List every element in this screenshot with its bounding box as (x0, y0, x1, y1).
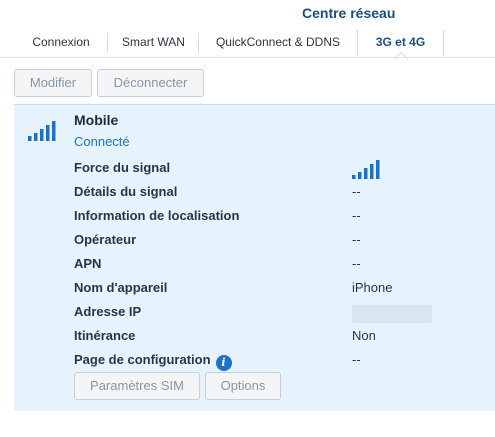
modify-button[interactable]: Modifier (14, 69, 92, 97)
ip-address-redacted (352, 305, 432, 323)
tab-connexion[interactable]: Connexion (14, 30, 108, 57)
detail-label: Nom d'appareil (74, 280, 168, 295)
detail-label: Détails du signal (74, 184, 178, 199)
disconnect-button[interactable]: Déconnecter (97, 69, 204, 97)
tab-3g-4g[interactable]: 3G et 4G (357, 30, 444, 67)
detail-row-operator: Opérateur -- (74, 232, 474, 252)
detail-label: Information de localisation (74, 208, 240, 223)
detail-value: -- (352, 208, 361, 223)
sim-settings-button[interactable]: Paramètres SIM (74, 372, 200, 400)
detail-label: Itinérance (74, 328, 136, 343)
detail-value: -- (352, 232, 361, 247)
detail-row-signal-strength: Force du signal (74, 160, 474, 180)
detail-label: Force du signal (74, 160, 171, 175)
connection-status: Connecté (74, 134, 130, 149)
detail-label: Adresse IP (74, 304, 142, 319)
page-title: Centre réseau (302, 5, 396, 21)
detail-value: -- (352, 352, 361, 367)
signal-bars-icon (28, 121, 56, 141)
tab-quickconnect-ddns[interactable]: QuickConnect & DDNS (199, 30, 357, 57)
detail-row-ip-address: Adresse IP (74, 304, 474, 324)
active-tab-indicator (393, 51, 408, 67)
detail-row-signal-details: Détails du signal -- (74, 184, 474, 204)
tab-bar: Connexion Smart WAN QuickConnect & DDNS … (14, 30, 444, 67)
detail-value: iPhone (352, 280, 393, 295)
tab-3g-4g-label: 3G et 4G (375, 35, 426, 49)
detail-row-config-page: Page de configuration i -- (74, 352, 474, 372)
signal-strength-icon (352, 160, 380, 179)
detail-value: -- (352, 184, 361, 199)
device-name: Mobile (74, 112, 119, 128)
info-icon[interactable]: i (215, 355, 232, 371)
detail-row-roaming: Itinérance Non (74, 328, 474, 348)
detail-label: Opérateur (74, 232, 137, 247)
detail-value: Non (352, 328, 376, 343)
config-page-label: Page de configuration (74, 352, 211, 367)
detail-label: Page de configuration i (74, 352, 232, 371)
detail-value: -- (352, 256, 361, 271)
detail-label: APN (74, 256, 102, 271)
tab-smart-wan[interactable]: Smart WAN (108, 30, 199, 57)
tab-divider (0, 57, 495, 58)
detail-row-location-info: Information de localisation -- (74, 208, 474, 228)
detail-row-apn: APN -- (74, 256, 474, 276)
options-button[interactable]: Options (205, 372, 281, 400)
detail-row-device-name: Nom d'appareil iPhone (74, 280, 474, 300)
